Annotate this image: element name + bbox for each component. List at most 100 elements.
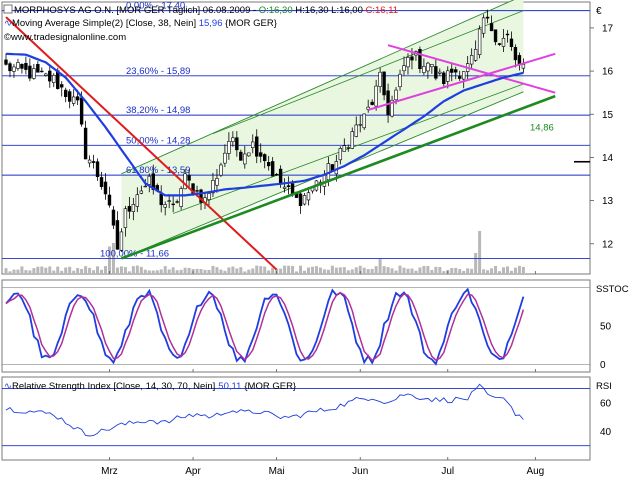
volume-bar	[159, 269, 163, 274]
candle-body	[231, 137, 235, 142]
candle-body	[418, 48, 422, 69]
candle-body	[115, 220, 120, 250]
candle-body	[175, 201, 179, 203]
candle-body	[509, 38, 514, 47]
volume-bar	[291, 265, 295, 274]
candle-body	[187, 175, 191, 181]
candle-body	[28, 65, 32, 79]
candle-body	[338, 148, 343, 161]
price-axis-label: 12	[602, 239, 614, 250]
volume-bar	[330, 265, 334, 274]
candle-body	[402, 65, 406, 72]
candle-body	[434, 66, 438, 79]
volume-bar	[60, 270, 64, 274]
volume-bar	[287, 265, 291, 274]
volume-bar	[72, 270, 76, 274]
volume-bar	[187, 267, 191, 274]
candle-body	[167, 200, 171, 202]
volume-bar	[354, 267, 358, 274]
volume-bar	[271, 267, 275, 274]
volume-bar	[350, 269, 354, 274]
stoch-axis-label: 0	[600, 360, 606, 371]
volume-bar	[199, 269, 203, 274]
volume-bar	[211, 265, 215, 274]
rsi-axis-label: 60	[600, 398, 612, 409]
volume-bar	[318, 267, 322, 274]
volume-bar	[203, 269, 207, 274]
volume-bar	[490, 268, 494, 274]
candle-body	[163, 204, 167, 208]
candle-body	[4, 59, 8, 65]
volume-bar	[342, 267, 346, 274]
candle-body	[143, 185, 147, 188]
stoch-header: SSTOC	[596, 284, 629, 295]
candle-body	[123, 208, 128, 228]
volume-bar	[44, 267, 48, 274]
candle-body	[127, 206, 132, 212]
rsi-legend: Relative Strength Index [Close, 14, 30, …	[12, 381, 215, 392]
volume-bar	[175, 270, 179, 274]
currency-label: €	[596, 6, 602, 17]
volume-bar	[454, 267, 458, 274]
volume-bar	[104, 266, 107, 274]
volume-bar	[139, 266, 143, 274]
price-axis-label: 14	[602, 153, 614, 164]
svg-text:∿Relative Strength Index [Clos: ∿Relative Strength Index [Close, 14, 30,…	[4, 381, 296, 392]
volume-bar	[12, 269, 16, 274]
candle-body	[422, 66, 426, 73]
volume-bar	[430, 269, 434, 274]
volume-bar	[56, 266, 60, 274]
volume-bar	[299, 265, 303, 274]
volume-bar	[259, 266, 263, 274]
trend-value-label: 14,86	[530, 122, 554, 133]
rsi-icon: ∿	[4, 381, 12, 392]
x-axis-label: Jul	[441, 466, 454, 477]
candle-body	[91, 161, 96, 163]
collapse-icon[interactable]	[3, 4, 13, 14]
candle-body	[286, 185, 291, 188]
candle-body	[278, 168, 283, 184]
volume-bar	[306, 267, 310, 274]
candle-body	[382, 71, 386, 96]
candle-body	[477, 28, 482, 55]
candle-body	[171, 203, 175, 206]
candle-body	[354, 124, 358, 137]
volume-bar	[414, 270, 418, 274]
volume-bar	[115, 267, 119, 274]
volume-bar	[378, 259, 382, 274]
volume-bar	[243, 271, 247, 274]
volume-bar	[418, 267, 422, 274]
candle-body	[239, 151, 243, 161]
volume-bar	[438, 267, 442, 274]
volume-bar	[326, 269, 330, 274]
x-axis-label: Mrz	[101, 466, 118, 477]
volume-bar	[36, 266, 40, 274]
candle-body	[282, 186, 287, 189]
volume-bar	[394, 270, 398, 274]
header-title: MORPHOSYS AG O.N. [MOR GER Täglich] 06.0…	[14, 5, 259, 16]
candle-body	[119, 231, 124, 251]
candle-body	[111, 209, 116, 226]
volume-bar	[462, 270, 466, 274]
candle-body	[410, 56, 414, 61]
volume-bar	[92, 270, 96, 274]
volume-bar	[127, 271, 131, 274]
candle-body	[485, 16, 490, 19]
candle-body	[426, 62, 430, 72]
volume-bar	[171, 267, 175, 274]
x-axis-label: Apr	[185, 466, 201, 477]
candle-body	[489, 23, 494, 32]
volume-bar	[4, 268, 8, 274]
volume-bar	[227, 267, 231, 274]
candle-body	[358, 124, 362, 126]
volume-bar	[338, 267, 342, 274]
website-label: www.tradesignalonline.com	[10, 32, 126, 43]
chart-svg: 0,00% - 17,4023,60% - 15,8938,20% - 14,9…	[1, 0, 629, 477]
chart-window: 0,00% - 17,40 23,60% - 15,89 38,20% - 14,9…	[0, 0, 640, 480]
volume-bar	[143, 269, 147, 274]
volume-bar	[219, 269, 223, 274]
volume-bar	[80, 269, 84, 274]
volume-bar	[24, 270, 28, 274]
volume-bar	[498, 271, 502, 274]
volume-bar	[239, 267, 243, 274]
